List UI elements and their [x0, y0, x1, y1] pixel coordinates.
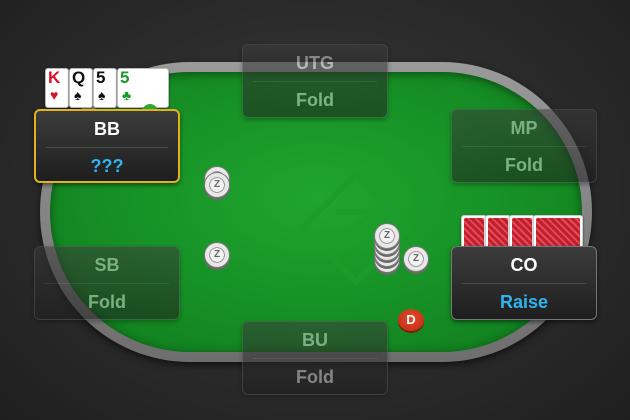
seat-position-label: BB	[46, 111, 168, 148]
seat-co[interactable]: CO Raise	[451, 246, 597, 320]
heart-icon: ♥	[50, 87, 59, 103]
seat-position-label: MP	[462, 110, 586, 147]
spade-icon: ♠	[98, 87, 106, 103]
seat-action-label: Fold	[296, 367, 334, 387]
co-bet-chip-stack	[374, 223, 400, 249]
seat-action-label: Fold	[296, 90, 334, 110]
seat-action-label: Raise	[499, 292, 549, 312]
seat-bu[interactable]: BU Fold	[242, 321, 388, 395]
seat-mp[interactable]: MP Fold	[451, 109, 597, 183]
card-rank: 5	[96, 68, 106, 87]
card-rank: K	[48, 68, 61, 87]
seat-action-label: Fold	[88, 292, 126, 312]
card-rank: Q	[72, 68, 86, 87]
hero-card-1: K ♥	[45, 68, 69, 108]
seat-position-label: CO	[462, 247, 586, 284]
seat-bb[interactable]: BB ???	[34, 109, 180, 183]
seat-utg[interactable]: UTG Fold	[242, 44, 388, 118]
club-icon: ♣	[122, 87, 132, 103]
seat-position-label: BU	[253, 322, 377, 359]
seat-position-label: SB	[45, 247, 169, 284]
spade-icon: ♠	[74, 87, 82, 103]
seat-action-label: Fold	[505, 155, 543, 175]
hero-card-3: 5 ♠	[93, 68, 117, 108]
sb-bet-chip	[204, 242, 230, 268]
seat-position-label: UTG	[253, 45, 377, 82]
seat-action-label: ???	[90, 156, 124, 176]
co-bet-chip	[403, 246, 429, 272]
bb-bet-chip	[204, 172, 230, 198]
hero-card-2: Q ♠	[69, 68, 93, 108]
card-rank: 5	[120, 68, 130, 87]
seat-sb[interactable]: SB Fold	[34, 246, 180, 320]
hero-card-4: 5 ♣	[117, 68, 169, 108]
dealer-button: D	[398, 309, 424, 331]
